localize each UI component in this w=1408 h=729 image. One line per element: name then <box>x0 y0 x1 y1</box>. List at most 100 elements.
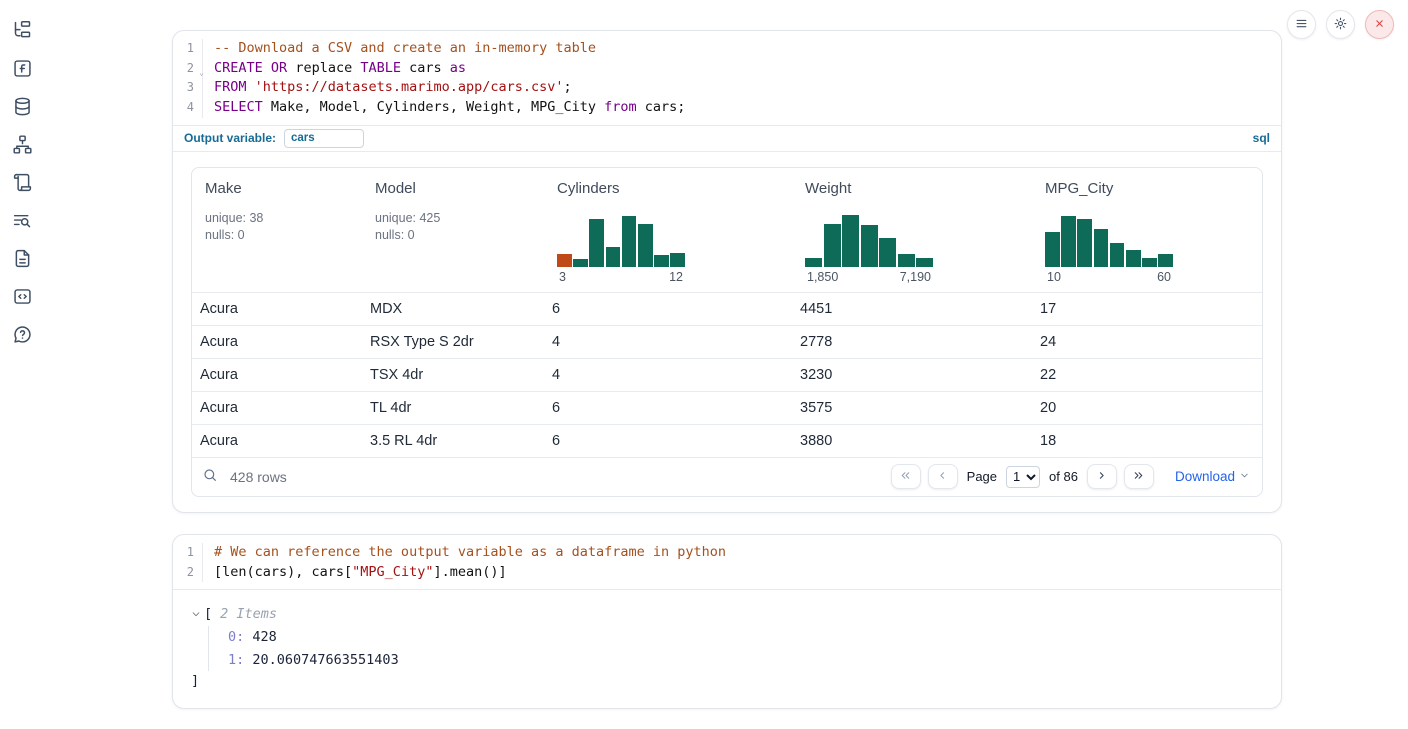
table-cell: TSX 4dr <box>362 367 544 383</box>
table-cell: Acura <box>192 334 362 350</box>
tree-root-row: [ 2 Items <box>191 604 1263 625</box>
table-header-row: Make unique: 38nulls: 0Modelunique: 425nu… <box>192 168 1262 292</box>
table-cell: Acura <box>192 301 362 317</box>
download-button[interactable]: Download <box>1175 469 1250 484</box>
sidebar-item-files[interactable] <box>10 20 34 44</box>
table-cell: MDX <box>362 301 544 317</box>
histogram-axis: 1060 <box>1045 270 1173 284</box>
column-header-weight[interactable]: Weight 1,8507,190 <box>792 168 1032 292</box>
file-tree-icon <box>12 20 33 44</box>
table-cell: 3880 <box>792 433 1032 449</box>
histogram-bar <box>1158 254 1173 267</box>
histogram-bar <box>1126 250 1141 267</box>
search-icon <box>202 467 218 486</box>
database-icon <box>12 96 33 120</box>
sidebar-item-scratchpad[interactable] <box>10 58 34 82</box>
prev-page-button[interactable] <box>928 464 958 489</box>
code-line: 2⌄CREATE OR replace TABLE cars as <box>173 59 1281 79</box>
table-cell: 2778 <box>792 334 1032 350</box>
column-stats: unique: 425nulls: 0 <box>375 210 536 244</box>
column-name: MPG_City <box>1045 180 1254 197</box>
language-badge[interactable]: sql <box>1253 131 1270 145</box>
total-pages-label: of 86 <box>1049 469 1078 484</box>
sidebar-item-documentation[interactable] <box>10 248 34 272</box>
table-search-button[interactable] <box>202 467 218 486</box>
column-histogram: 1060 <box>1045 214 1173 284</box>
last-page-button[interactable] <box>1124 464 1154 489</box>
sidebar-item-snippets[interactable] <box>10 286 34 310</box>
table-row: AcuraRSX Type S 2dr4277824 <box>192 325 1262 358</box>
python-editor[interactable]: 1# We can reference the output variable … <box>173 535 1281 589</box>
histogram-bar <box>824 224 841 267</box>
line-number: 1 <box>173 39 203 59</box>
histogram-bar <box>842 215 859 267</box>
histogram-bar <box>622 216 637 267</box>
histogram-bar <box>557 254 572 267</box>
python-cell-output: [ 2 Items 0: 4281: 20.060747663551403 ] <box>173 589 1281 708</box>
histogram-bar <box>879 238 896 267</box>
output-variable-input[interactable] <box>284 129 364 148</box>
output-tree: [ 2 Items 0: 4281: 20.060747663551403 ] <box>191 604 1263 692</box>
code-line: 2[len(cars), cars["MPG_City"].mean()] <box>173 563 1281 583</box>
collapse-toggle-button[interactable] <box>191 607 201 622</box>
close-bracket: ] <box>191 671 1263 692</box>
column-name: Weight <box>805 180 1024 197</box>
page-label: Page <box>967 469 997 484</box>
table-cell: Acura <box>192 400 362 416</box>
table-cell: 17 <box>1032 301 1262 317</box>
column-stats: unique: 38nulls: 0 <box>205 210 354 244</box>
sql-editor[interactable]: 1-- Download a CSV and create an in-memo… <box>173 31 1281 125</box>
close-icon <box>1373 17 1386 33</box>
data-table: Make unique: 38nulls: 0Modelunique: 425nu… <box>191 167 1263 497</box>
table-cell: RSX Type S 2dr <box>362 334 544 350</box>
sidebar-item-logs[interactable] <box>10 172 34 196</box>
line-number: 4 <box>173 98 203 118</box>
histogram-bar <box>1142 258 1157 267</box>
column-header-cylinders[interactable]: Cylinders312 <box>544 168 792 292</box>
sql-cell: 1-- Download a CSV and create an in-memo… <box>172 30 1282 513</box>
shutdown-button[interactable] <box>1365 10 1394 39</box>
histogram-bar <box>1045 232 1060 267</box>
first-page-button[interactable] <box>891 464 921 489</box>
histogram-bar <box>1077 219 1092 267</box>
sidebar-item-dependency-graph[interactable] <box>10 134 34 158</box>
menu-button[interactable] <box>1287 10 1316 39</box>
table-cell: 22 <box>1032 367 1262 383</box>
rows-count: 428 rows <box>230 469 287 485</box>
table-cell: 4 <box>544 334 792 350</box>
column-header-make[interactable]: Make unique: 38nulls: 0 <box>192 168 362 292</box>
sidebar-item-search[interactable] <box>10 210 34 234</box>
functions-icon <box>12 58 33 82</box>
line-number: 2 <box>173 563 203 583</box>
sidebar-item-datasources[interactable] <box>10 96 34 120</box>
column-header-model[interactable]: Modelunique: 425nulls: 0 <box>362 168 544 292</box>
line-number: 1 <box>173 543 203 563</box>
scroll-icon <box>12 172 33 196</box>
line-number: 3 <box>173 78 203 98</box>
page-select[interactable]: 1 <box>1006 466 1040 488</box>
column-header-mpg_city[interactable]: MPG_City 1060 <box>1032 168 1262 292</box>
histogram-bar <box>638 224 653 267</box>
table-cell: 3.5 RL 4dr <box>362 433 544 449</box>
line-number: 2⌄ <box>173 59 203 79</box>
notebook: 1-- Download a CSV and create an in-memo… <box>172 0 1282 709</box>
table-cell: 3230 <box>792 367 1032 383</box>
table-cell: 6 <box>544 433 792 449</box>
table-body: AcuraMDX6445117AcuraRSX Type S 2dr427782… <box>192 292 1262 457</box>
settings-button[interactable] <box>1326 10 1355 39</box>
code-line: 1# We can reference the output variable … <box>173 543 1281 563</box>
chevron-down-icon <box>191 607 201 622</box>
code-line: 4SELECT Make, Model, Cylinders, Weight, … <box>173 98 1281 118</box>
histogram-bar <box>916 258 933 267</box>
next-page-button[interactable] <box>1087 464 1117 489</box>
chevrons-left-icon <box>899 469 912 485</box>
sidebar-item-help[interactable] <box>10 324 34 348</box>
table-cell: 20 <box>1032 400 1262 416</box>
python-cell: 1# We can reference the output variable … <box>172 534 1282 709</box>
sql-cell-output: Make unique: 38nulls: 0Modelunique: 425nu… <box>173 152 1281 512</box>
column-name: Make <box>205 180 354 197</box>
pagination: Page 1 of 86 <box>891 464 1250 489</box>
histogram-bar <box>1061 216 1076 267</box>
histogram-axis: 1,8507,190 <box>805 270 933 284</box>
table-footer: 428 rows Page 1 <box>192 457 1262 496</box>
